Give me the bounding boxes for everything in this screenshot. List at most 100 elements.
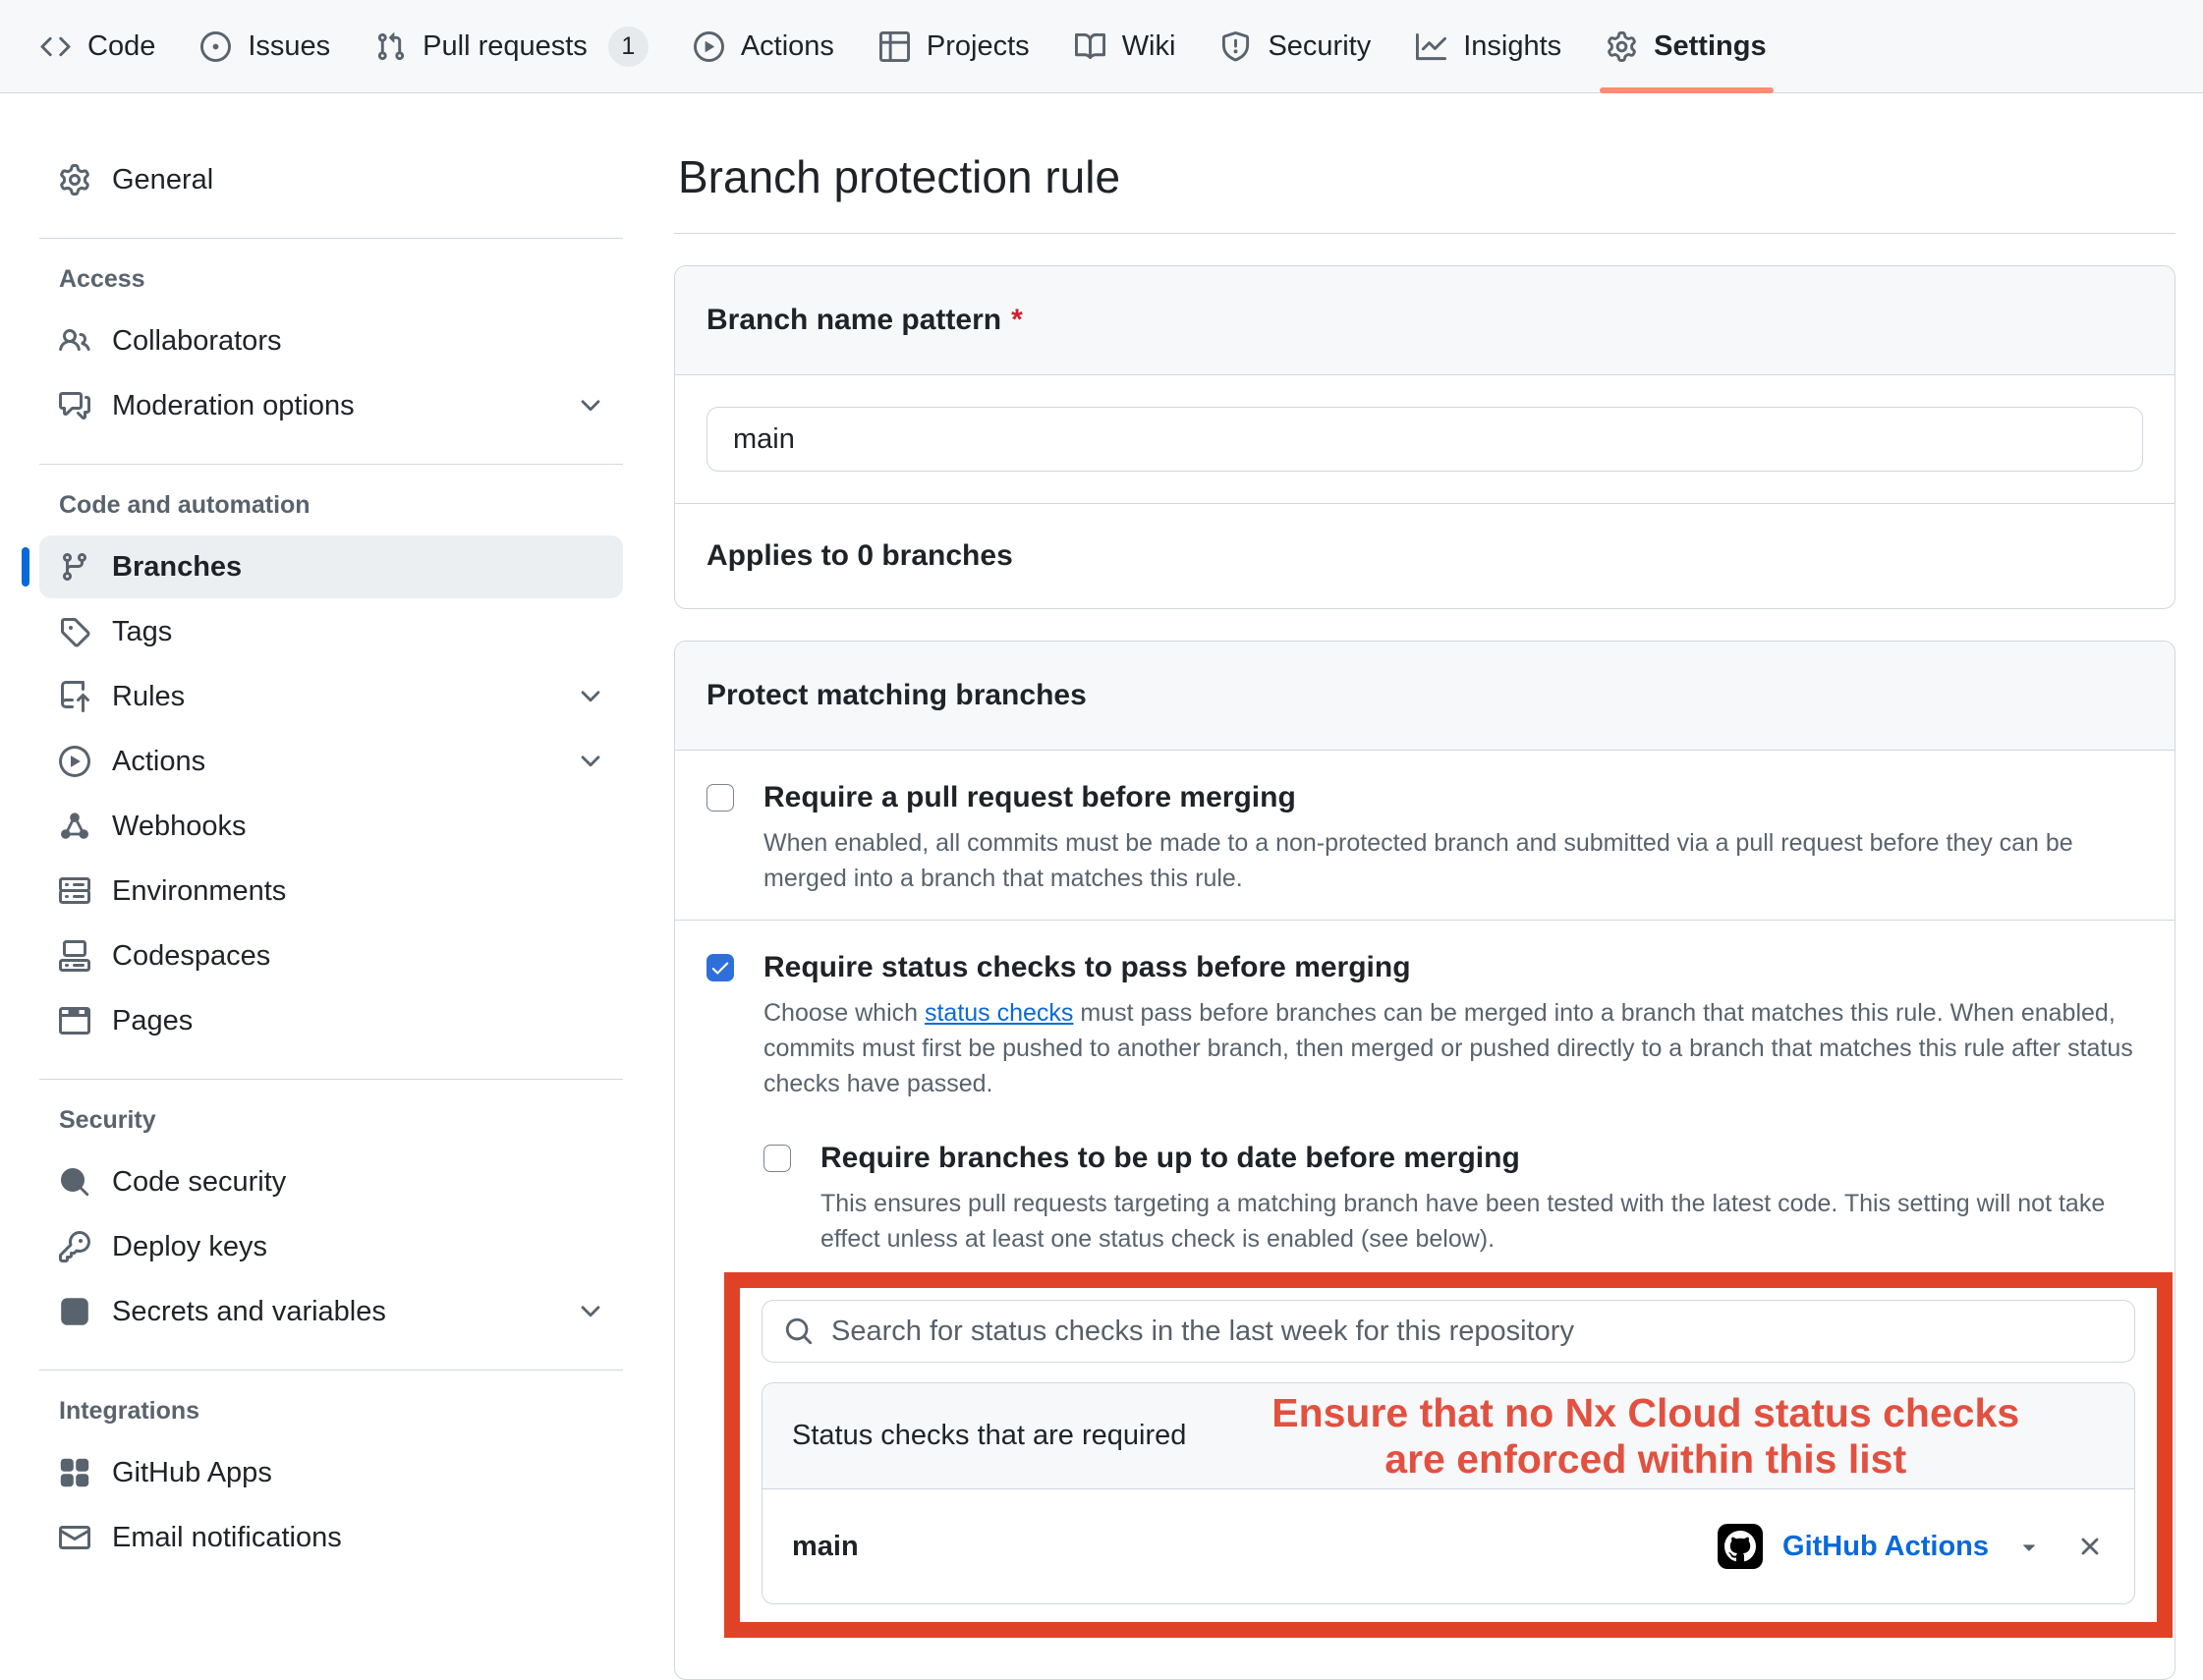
tab-label: Actions (741, 30, 834, 63)
chevron-down-icon (576, 682, 605, 711)
key-icon (59, 1231, 90, 1262)
key-asterisk-icon (59, 1296, 90, 1327)
sidebar-divider (39, 464, 623, 465)
github-actions-app-link[interactable]: GitHub Actions (1782, 1531, 1989, 1563)
mail-icon (59, 1522, 90, 1553)
tab-label: Issues (248, 30, 330, 63)
sidebar-item-moderation-options[interactable]: Moderation options (39, 374, 623, 437)
status-check-row: main GitHub Actions (763, 1489, 2134, 1603)
sidebar-item-label: Secrets and variables (112, 1296, 386, 1328)
search-icon (784, 1316, 814, 1346)
tab-label: Code (87, 30, 155, 63)
code-icon (40, 31, 71, 62)
search-placeholder: Search for status checks in the last wee… (831, 1316, 1574, 1348)
tab-pull-requests[interactable]: Pull requests 1 (353, 0, 671, 92)
play-icon (694, 31, 724, 62)
protect-matching-branches-header: Protect matching branches (675, 642, 2175, 751)
comment-discussion-icon (59, 390, 90, 421)
page-title: Branch protection rule (674, 150, 2175, 234)
gear-icon (1607, 31, 1637, 62)
branch-name-pattern-card: Branch name pattern* Applies to 0 branch… (674, 265, 2175, 609)
sidebar-item-code-security[interactable]: Code security (39, 1150, 623, 1213)
require-status-checks-checkbox[interactable] (706, 954, 734, 981)
webhook-icon (59, 811, 90, 842)
chevron-down-icon (576, 391, 605, 420)
tab-wiki[interactable]: Wiki (1052, 0, 1199, 92)
tab-code[interactable]: Code (18, 0, 178, 92)
sidebar-item-webhooks[interactable]: Webhooks (39, 795, 623, 858)
sidebar-item-environments[interactable]: Environments (39, 860, 623, 923)
sidebar-item-label: General (112, 164, 213, 196)
sidebar-item-label: Webhooks (112, 811, 247, 843)
sidebar-divider (39, 238, 623, 239)
sidebar-item-rules[interactable]: Rules (39, 665, 623, 728)
sidebar-item-label: Pages (112, 1005, 193, 1037)
issue-opened-icon (200, 31, 231, 62)
play-icon (59, 746, 90, 777)
required-status-checks-header: Status checks that are required Ensure t… (763, 1383, 2134, 1489)
sidebar-item-github-apps[interactable]: GitHub Apps (39, 1441, 623, 1504)
sidebar-item-label: GitHub Apps (112, 1457, 272, 1489)
status-checks-link[interactable]: status checks (925, 999, 1073, 1027)
require-pull-request-label: Require a pull request before merging (763, 780, 2143, 815)
require-status-checks-label: Require status checks to pass before mer… (763, 950, 2143, 985)
sidebar-item-label: Email notifications (112, 1522, 342, 1554)
sidebar-item-branches[interactable]: Branches (39, 535, 623, 598)
require-up-to-date-label: Require branches to be up to date before… (820, 1141, 2143, 1176)
tab-projects[interactable]: Projects (857, 0, 1052, 92)
sidebar-item-email-notifications[interactable]: Email notifications (39, 1506, 623, 1569)
sidebar-item-codespaces[interactable]: Codespaces (39, 924, 623, 987)
applies-to-branches-text: Applies to 0 branches (675, 504, 2175, 608)
sidebar-item-general[interactable]: General (39, 148, 623, 211)
triangle-down-icon[interactable] (2016, 1534, 2042, 1559)
status-checks-search-input[interactable]: Search for status checks in the last wee… (762, 1300, 2135, 1363)
sidebar-item-label: Actions (112, 746, 205, 778)
annotation-highlight-box: Search for status checks in the last wee… (724, 1272, 2173, 1638)
tab-actions[interactable]: Actions (671, 0, 857, 92)
tab-settings[interactable]: Settings (1584, 0, 1788, 92)
settings-sidebar: General Access Collaborators Moderation … (0, 93, 649, 1571)
chevron-down-icon (576, 1297, 605, 1326)
sidebar-item-tags[interactable]: Tags (39, 600, 623, 663)
branch-name-pattern-header: Branch name pattern* (675, 266, 2175, 375)
sidebar-section-security: Security (59, 1106, 623, 1135)
sidebar-section-access: Access (59, 265, 623, 294)
require-up-to-date-checkbox[interactable] (763, 1145, 791, 1172)
book-icon (1075, 31, 1105, 62)
repo-push-icon (59, 681, 90, 712)
tab-label: Projects (927, 30, 1030, 63)
sidebar-item-label: Collaborators (112, 325, 281, 358)
sidebar-item-secrets-and-variables[interactable]: Secrets and variables (39, 1280, 623, 1343)
sidebar-item-collaborators[interactable]: Collaborators (39, 309, 623, 372)
codespaces-icon (59, 940, 90, 972)
apps-icon (59, 1457, 90, 1488)
graph-icon (1416, 31, 1446, 62)
description-text: Choose which (763, 999, 925, 1027)
require-pull-request-checkbox[interactable] (706, 784, 734, 812)
sidebar-item-label: Moderation options (112, 390, 355, 422)
gear-icon (59, 164, 90, 196)
sidebar-divider (39, 1079, 623, 1080)
tab-issues[interactable]: Issues (178, 0, 353, 92)
sidebar-divider (39, 1370, 623, 1371)
sidebar-item-label: Deploy keys (112, 1231, 267, 1263)
remove-status-check-icon[interactable] (2075, 1532, 2105, 1561)
sidebar-item-pages[interactable]: Pages (39, 989, 623, 1052)
annotation-text: Ensure that no Nx Cloud status checks ar… (1186, 1390, 2105, 1482)
main-content: Branch protection rule Branch name patte… (649, 93, 2203, 1680)
sidebar-item-label: Code security (112, 1166, 286, 1199)
sidebar-item-actions[interactable]: Actions (39, 730, 623, 793)
branch-name-pattern-label: Branch name pattern (706, 304, 1001, 336)
branch-name-pattern-input[interactable] (706, 407, 2143, 472)
status-checks-sub-block: Require branches to be up to date before… (763, 1141, 2143, 1638)
next-section-sliver (675, 1665, 2175, 1679)
active-tab-underline (1600, 87, 1773, 93)
annotation-line-1: Ensure that no Nx Cloud status checks (1186, 1390, 2105, 1435)
tab-label: Security (1268, 30, 1371, 63)
sidebar-section-integrations: Integrations (59, 1397, 623, 1426)
tab-insights[interactable]: Insights (1393, 0, 1584, 92)
sidebar-item-deploy-keys[interactable]: Deploy keys (39, 1215, 623, 1278)
tab-security[interactable]: Security (1198, 0, 1393, 92)
people-icon (59, 325, 90, 357)
git-branch-icon (59, 551, 90, 583)
